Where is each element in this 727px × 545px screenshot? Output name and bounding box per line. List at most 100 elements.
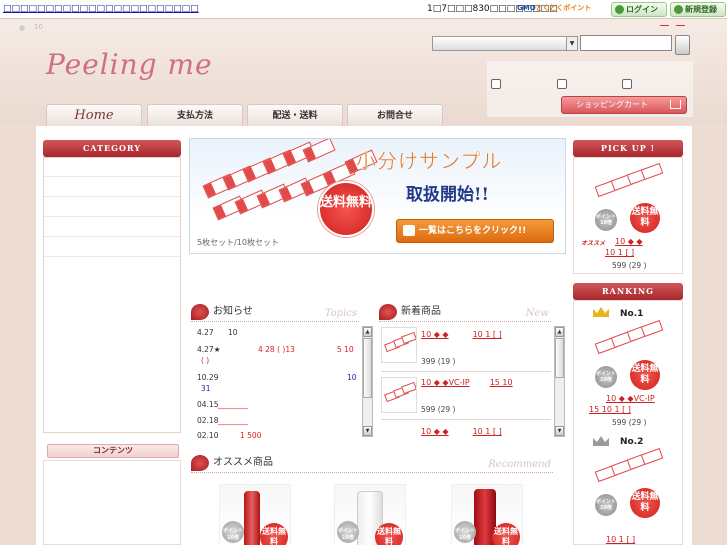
rank-number: No.2 <box>620 437 644 447</box>
news-heading: お知らせ Topics <box>191 302 359 322</box>
pickup-product-name[interactable]: 10 1 [ ] <box>605 248 634 257</box>
banner-title: 小分けサンプル <box>356 149 503 173</box>
rank-number: No.1 <box>620 309 644 319</box>
bottle-image <box>244 491 260 545</box>
new-items-scrollbar[interactable]: ▲ ▼ <box>554 326 565 437</box>
site-logo[interactable]: Peeling me <box>46 48 213 81</box>
search-button[interactable] <box>675 35 690 55</box>
top-announcement-link[interactable]: □□□□□□□□□□□□□□□□□□□□□□□ <box>3 4 199 14</box>
category-divider <box>44 256 180 257</box>
pickup-product-image[interactable]: ポイント10倍 送料無料 <box>592 163 664 235</box>
scroll-up-icon[interactable]: ▲ <box>363 327 372 337</box>
news-text[interactable]: 5 10 <box>337 345 354 354</box>
contents-list <box>43 460 181 545</box>
pickup-heading: PICK UP ! <box>573 140 683 157</box>
news-text[interactable]: 10 <box>228 328 238 337</box>
news-date: 02.10 <box>197 431 219 440</box>
news-text[interactable]: 1 500 <box>240 431 261 440</box>
ranking-heading: RANKING <box>573 283 683 300</box>
rose-ornament-icon <box>191 455 209 471</box>
tab-shipping[interactable]: 配送・送料 <box>247 104 343 126</box>
login-button[interactable]: ログイン <box>611 2 667 17</box>
new-item-price: 399 (19 ) <box>421 357 456 366</box>
news-date: 4.27★ <box>197 345 221 354</box>
point-badge: ポイント10倍 <box>337 521 359 543</box>
product-image <box>640 163 664 181</box>
user-icon[interactable] <box>622 79 632 89</box>
contents-heading: コンテンツ <box>47 444 179 458</box>
header-bullet-icon: ● <box>19 24 26 32</box>
category-list <box>43 157 181 433</box>
point-badge: ポイント10倍 <box>595 209 617 231</box>
news-text[interactable]: 10 <box>347 373 357 382</box>
box-icon <box>403 225 415 236</box>
login-icon <box>615 5 624 14</box>
product-image <box>640 448 664 466</box>
item-divider <box>381 419 551 420</box>
ranking-product-image[interactable]: ポイント10倍 送料無料 <box>592 448 664 520</box>
pickup-product-price: 599 (29 ) <box>612 261 647 270</box>
new-item-thumbnail[interactable] <box>381 377 417 413</box>
news-text[interactable]: ________ <box>218 416 248 425</box>
new-item-name[interactable]: 10 ◆ ◆ 10 1 [ ] <box>421 330 502 339</box>
product-image <box>640 320 664 338</box>
point-badge: ポイント10倍 <box>454 521 476 543</box>
recommend-heading: オススメ商品 Recommend <box>191 453 553 473</box>
new-items-heading: 新着商品 New <box>379 302 551 322</box>
ranking-product-image[interactable]: ポイント10倍 送料無料 <box>592 320 664 392</box>
recommend-title: オススメ商品 <box>213 457 273 468</box>
search-input[interactable] <box>580 35 672 51</box>
header-small-text: 10 <box>34 23 43 31</box>
news-text[interactable]: 31 <box>201 384 211 393</box>
gmo-logo-text: とくとくポイント <box>535 4 592 12</box>
ranking-product-name[interactable]: 10 ◆ ◆VC-IP <box>606 394 655 403</box>
tab-contact[interactable]: お問合せ <box>347 104 443 126</box>
recommend-product-image[interactable]: ポイント10倍 送料無料 <box>334 484 406 545</box>
free-shipping-badge: 送料無料 <box>630 203 660 233</box>
cart-label: ショッピングカート <box>576 100 648 109</box>
scroll-thumb[interactable] <box>363 338 372 398</box>
news-title-en: Topics <box>324 308 357 319</box>
free-shipping-badge: 送料無料 <box>492 523 520 545</box>
news-text[interactable]: ________ <box>218 400 248 409</box>
news-date: 4.27 <box>197 328 214 337</box>
scroll-up-icon[interactable]: ▲ <box>555 327 564 337</box>
news-date: 02.18 <box>197 416 219 425</box>
recommend-product-image[interactable]: ポイント10倍 送料無料 <box>451 484 523 545</box>
banner-list-button[interactable]: 一覧はこちらをクリック!! <box>396 219 554 243</box>
product-image <box>401 331 416 345</box>
register-label: 新規登録 <box>685 5 717 14</box>
category-select[interactable]: ▼ <box>432 36 578 51</box>
register-button[interactable]: 新規登録 <box>670 2 726 17</box>
scroll-down-icon[interactable]: ▼ <box>555 426 564 436</box>
free-shipping-badge: 送料無料 <box>630 488 660 518</box>
free-shipping-badge: 送料無料 <box>318 181 374 237</box>
rose-ornament-icon <box>191 304 209 320</box>
pickup-product-name[interactable]: 10 ◆ ◆ <box>615 237 643 246</box>
recommend-label: オススメ <box>581 240 606 247</box>
news-scrollbar[interactable]: ▲ ▼ <box>362 326 373 437</box>
tab-payment[interactable]: 支払方法 <box>147 104 243 126</box>
news-text[interactable]: 4 28 ( )13 <box>258 345 295 354</box>
banner-subtitle: 取扱開始!! <box>406 185 489 205</box>
new-items-title: 新着商品 <box>401 306 441 317</box>
ranking-product-name[interactable]: 15 10 1 [ ] <box>589 405 631 414</box>
recommend-product-image[interactable]: ポイント10倍 送料無料 <box>219 484 291 545</box>
rose-ornament-icon <box>379 304 397 320</box>
recommend-title-en: Recommend <box>488 459 551 470</box>
scroll-thumb[interactable] <box>555 338 564 378</box>
scroll-down-icon[interactable]: ▼ <box>363 426 372 436</box>
category-divider <box>44 176 180 177</box>
new-item-thumbnail[interactable] <box>381 327 417 363</box>
shopping-cart-button[interactable]: ショッピングカート <box>561 96 687 114</box>
news-text[interactable]: ( ) <box>201 356 209 365</box>
new-item-name[interactable]: 10 ◆ ◆ 10 1 [ ] <box>421 427 502 436</box>
category-divider <box>44 196 180 197</box>
lock-icon[interactable] <box>557 79 567 89</box>
new-item-name[interactable]: 10 ◆ ◆VC-IP 15 10 <box>421 378 513 387</box>
ranking-product-name[interactable]: 10 1 [ ] <box>606 535 635 544</box>
point-badge: ポイント10倍 <box>595 494 617 516</box>
tab-home[interactable]: Home <box>46 104 142 126</box>
edit-icon[interactable] <box>491 79 501 89</box>
category-heading: CATEGORY <box>43 140 181 157</box>
